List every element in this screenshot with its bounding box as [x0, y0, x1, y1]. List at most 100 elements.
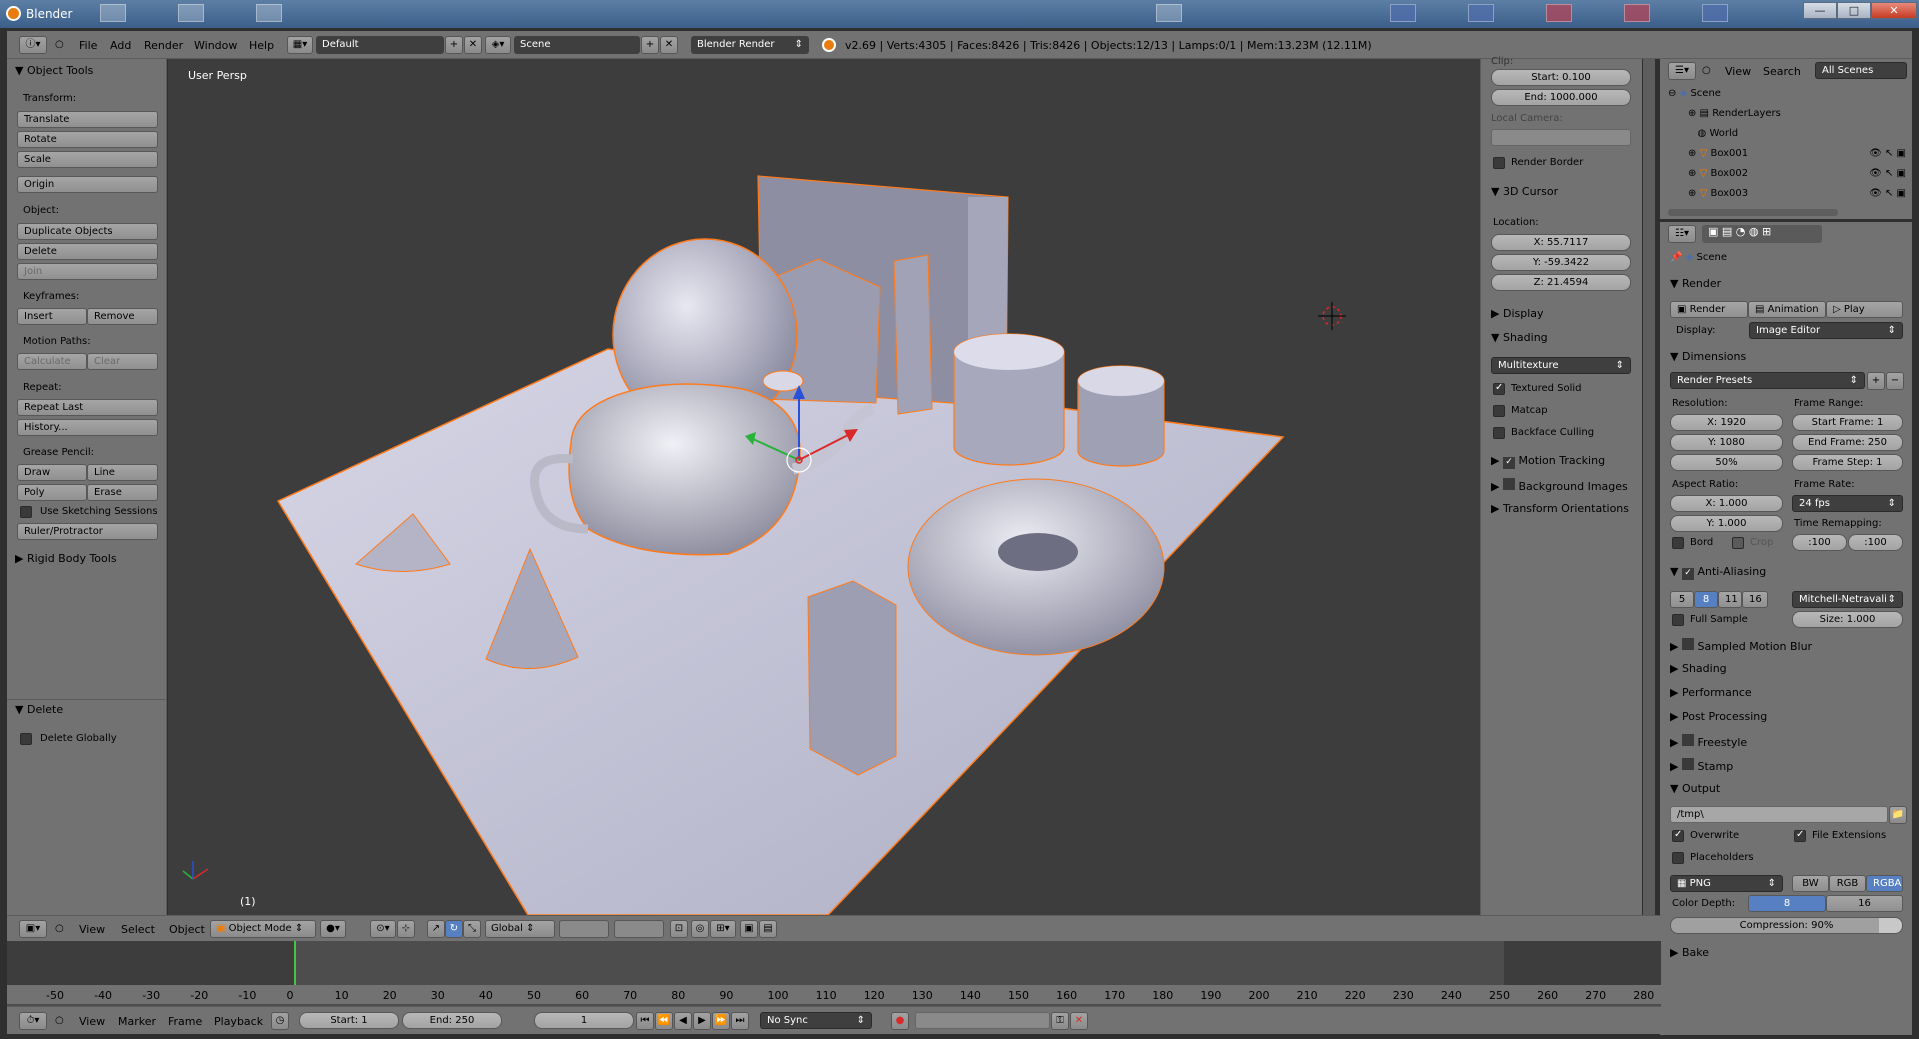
- preview-range-icon[interactable]: ◷: [271, 1012, 289, 1030]
- taskbar-thumbnail[interactable]: [1468, 4, 1494, 22]
- panel-motion-blur-title[interactable]: ▶ Sampled Motion Blur: [1670, 638, 1812, 653]
- outliner-scrollbar[interactable]: [1668, 209, 1838, 216]
- aa-samples-16[interactable]: 16: [1742, 591, 1768, 608]
- tall-box[interactable]: [893, 254, 933, 415]
- resolution-percentage-field[interactable]: 50%: [1670, 454, 1783, 471]
- collapse-icon[interactable]: ○: [55, 923, 64, 934]
- 3d-viewport[interactable]: User Persp (1): [168, 59, 1480, 915]
- background-images-checkbox[interactable]: [1502, 478, 1515, 490]
- file-extensions-checkbox[interactable]: [1794, 829, 1806, 842]
- menu-help[interactable]: Help: [249, 39, 274, 52]
- panel-delete-operator-title[interactable]: ▼ Delete: [15, 703, 63, 716]
- lock-layers-icon[interactable]: ⊡: [670, 920, 688, 938]
- 3d-cursor-icon[interactable]: [1318, 302, 1346, 330]
- render-border-checkbox[interactable]: [1493, 157, 1505, 169]
- panel-render-title[interactable]: ▼ Render: [1670, 277, 1721, 290]
- duplicate-objects-button[interactable]: Duplicate Objects: [17, 223, 158, 240]
- screen-layout-icon[interactable]: ▦▾: [287, 36, 313, 54]
- full-sample-checkbox[interactable]: [1672, 614, 1684, 626]
- select-menu[interactable]: Select: [121, 923, 155, 936]
- teapot[interactable]: [568, 383, 801, 556]
- collapse-icon[interactable]: ○: [1702, 65, 1711, 76]
- outliner-editor-icon[interactable]: ☰▾: [1668, 62, 1696, 80]
- frame-step-field[interactable]: Frame Step: 1: [1792, 454, 1903, 471]
- add-preset-icon[interactable]: +: [1867, 372, 1885, 390]
- draw-button[interactable]: Draw: [17, 464, 87, 481]
- menu-render[interactable]: Render: [144, 39, 183, 52]
- delete-keyframe-icon[interactable]: ✕: [1070, 1012, 1088, 1030]
- translate-manipulator-icon[interactable]: ↗: [427, 920, 445, 938]
- pivot-point-icon[interactable]: ⊙▾: [370, 920, 396, 938]
- shading-mode-select[interactable]: Multitexture ⇕: [1491, 357, 1631, 374]
- keying-set-field[interactable]: [915, 1012, 1050, 1029]
- repeat-last-button[interactable]: Repeat Last: [17, 399, 158, 416]
- play-reverse-icon[interactable]: ◀: [674, 1012, 692, 1030]
- render-button[interactable]: ▣ Render: [1670, 301, 1748, 318]
- auto-keyframe-record-icon[interactable]: ●: [891, 1012, 909, 1030]
- border-checkbox[interactable]: [1672, 537, 1684, 549]
- jump-to-end-icon[interactable]: ⏭: [731, 1012, 749, 1030]
- color-depth-8-button[interactable]: 8: [1748, 895, 1826, 912]
- timeline-start-field[interactable]: Start: 1: [299, 1012, 399, 1029]
- aa-samples-11[interactable]: 11: [1718, 591, 1742, 608]
- outliner-search-menu[interactable]: Search: [1763, 65, 1801, 78]
- minimize-button[interactable]: —: [1803, 2, 1837, 19]
- color-depth-16-button[interactable]: 16: [1826, 895, 1903, 912]
- remap-old-field[interactable]: :100: [1792, 534, 1847, 551]
- sketching-sessions-checkbox[interactable]: [20, 506, 32, 518]
- remove-keyframe-button[interactable]: Remove: [87, 308, 158, 325]
- clear-button[interactable]: Clear: [87, 353, 158, 370]
- aa-samples-5[interactable]: 5: [1670, 591, 1694, 608]
- taskbar-thumbnail[interactable]: [1702, 4, 1728, 22]
- cursor-x-field[interactable]: X: 55.7117: [1491, 234, 1631, 251]
- taskbar-thumbnail[interactable]: [100, 4, 126, 22]
- render-animation-preview-icon[interactable]: ▤: [759, 920, 777, 938]
- cursor-y-field[interactable]: Y: -59.3422: [1491, 254, 1631, 271]
- screen-layout-field[interactable]: Default: [316, 36, 444, 54]
- scene-render[interactable]: [168, 59, 1480, 915]
- panel-rigid-body-title[interactable]: ▶ Rigid Body Tools: [15, 552, 117, 565]
- freestyle-checkbox[interactable]: [1681, 734, 1694, 746]
- panel-performance-title[interactable]: ▶ Performance: [1670, 686, 1752, 699]
- sidebar-scrollbar[interactable]: [1643, 59, 1655, 915]
- outliner-item-renderlayers[interactable]: ⊕ ▤ RenderLayers: [1688, 108, 1781, 119]
- add-layout-icon[interactable]: +: [445, 36, 463, 54]
- outliner-item-world[interactable]: ◍ World: [1688, 128, 1739, 139]
- manipulator-toggle-icon[interactable]: ⊹: [397, 920, 415, 938]
- delete-button[interactable]: Delete: [17, 243, 158, 260]
- taskbar-thumbnail[interactable]: [1390, 4, 1416, 22]
- outliner-item-scene[interactable]: ⊖ ◈ Scene: [1668, 88, 1868, 99]
- render-engine-select[interactable]: Blender Render ⇕: [691, 36, 809, 54]
- outliner-view-menu[interactable]: View: [1725, 65, 1751, 78]
- jump-to-keyframe-forward-icon[interactable]: ⏩: [712, 1012, 730, 1030]
- panel-background-images-title[interactable]: ▶ Background Images: [1491, 478, 1628, 493]
- compression-slider[interactable]: Compression: 90%: [1670, 917, 1903, 934]
- delete-globally-checkbox[interactable]: [20, 733, 32, 745]
- panel-shading-title[interactable]: ▶ Shading: [1670, 662, 1727, 675]
- resolution-x-field[interactable]: X: 1920: [1670, 414, 1783, 431]
- frame-rate-select[interactable]: 24 fps ⇕: [1792, 495, 1903, 512]
- close-button[interactable]: ✕: [1871, 2, 1917, 19]
- visibility-icons[interactable]: 👁 ↖ ▣: [1869, 188, 1906, 199]
- timeline-frame-menu[interactable]: Frame: [168, 1015, 202, 1028]
- motion-tracking-checkbox[interactable]: ✓: [1502, 457, 1515, 469]
- scene-icon[interactable]: ◈▾: [485, 36, 511, 54]
- add-scene-icon[interactable]: +: [641, 36, 659, 54]
- panel-output-title[interactable]: ▼ Output: [1670, 782, 1720, 795]
- panel-freestyle-title[interactable]: ▶ Freestyle: [1670, 734, 1747, 749]
- timeline-marker-menu[interactable]: Marker: [118, 1015, 156, 1028]
- layers-group-1[interactable]: [559, 920, 609, 938]
- color-rgba-button[interactable]: RGBA: [1866, 875, 1903, 892]
- line-button[interactable]: Line: [87, 464, 158, 481]
- panel-stamp-title[interactable]: ▶ Stamp: [1670, 758, 1733, 773]
- panel-post-processing-title[interactable]: ▶ Post Processing: [1670, 710, 1767, 723]
- taskbar-thumbnail[interactable]: [1546, 4, 1572, 22]
- panel-display-title[interactable]: ▶ Display: [1491, 307, 1544, 320]
- aa-samples-8[interactable]: 8: [1694, 591, 1718, 608]
- timeline-view-menu[interactable]: View: [79, 1015, 105, 1028]
- calculate-button[interactable]: Calculate: [17, 353, 87, 370]
- view-menu[interactable]: View: [79, 923, 105, 936]
- panel-motion-tracking-title[interactable]: ▶ ✓ Motion Tracking: [1491, 454, 1605, 469]
- 3d-view-editor-icon[interactable]: ▣▾: [19, 920, 47, 938]
- translate-button[interactable]: Translate: [17, 111, 158, 128]
